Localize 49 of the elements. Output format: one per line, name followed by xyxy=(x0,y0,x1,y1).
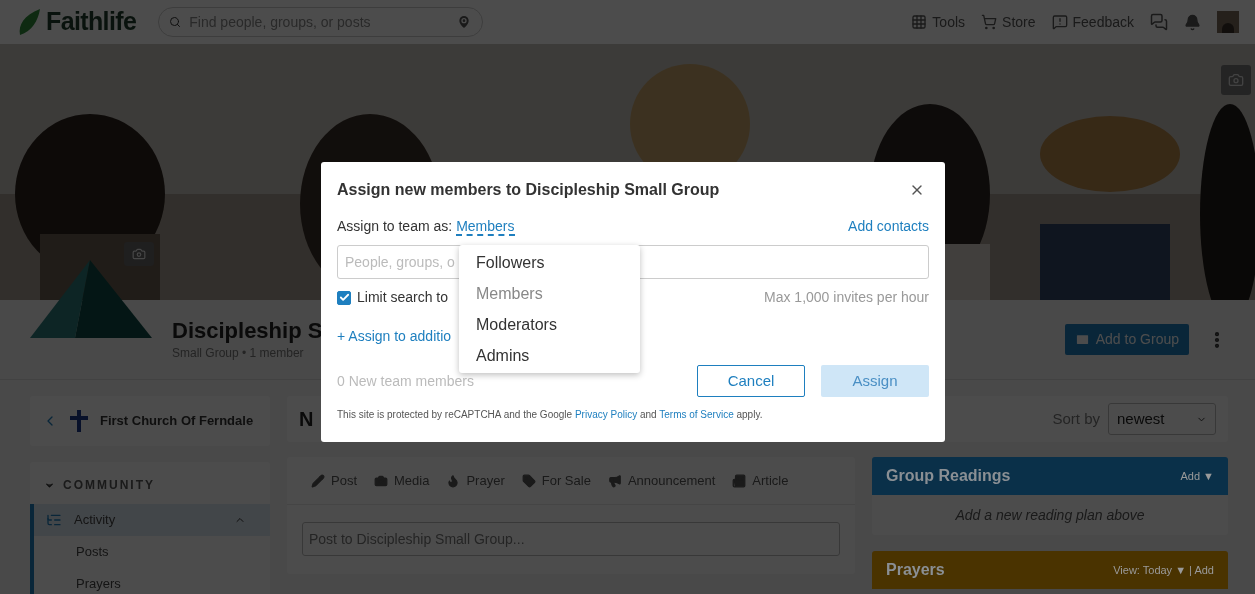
sidebar-item[interactable]: Prayers xyxy=(30,568,270,594)
role-link[interactable]: Members xyxy=(456,217,515,236)
article-icon xyxy=(732,473,747,488)
camera-icon xyxy=(132,247,146,261)
mail-icon xyxy=(1074,332,1090,347)
camera-button[interactable] xyxy=(1221,65,1251,95)
camera-button[interactable] xyxy=(124,242,154,266)
role-option[interactable]: Moderators xyxy=(459,309,640,340)
tag-icon xyxy=(521,473,536,488)
feed-heading: N xyxy=(299,407,314,432)
widget-action[interactable]: View: Today ▼ | Add xyxy=(1113,561,1214,579)
recaptcha-notice: This site is protected by reCAPTCHA and the Google Privacy Policy and Terms of Service apply. xyxy=(337,408,764,422)
widget-title: Group Readings xyxy=(886,466,1011,486)
terms-link[interactable]: Terms of Service xyxy=(659,409,734,420)
church-name: First Church Of Ferndale xyxy=(100,412,254,431)
pencil-icon xyxy=(311,473,325,488)
search-icon xyxy=(169,16,182,28)
sidebar-item[interactable]: Posts xyxy=(30,536,270,568)
flame-icon xyxy=(446,473,461,488)
widget-action[interactable]: Add ▼ xyxy=(1180,467,1214,485)
limit-checkbox[interactable] xyxy=(337,290,351,305)
camera-icon xyxy=(1228,72,1244,88)
dialog-title: Assign new members to Discipleship Small Group xyxy=(337,180,720,200)
add-contacts-link[interactable]: Add contacts xyxy=(848,216,929,237)
privacy-link[interactable]: Privacy Policy xyxy=(574,409,638,420)
limit-label: Limit search to xyxy=(357,288,449,307)
camera-icon xyxy=(374,473,388,488)
group-logo-icon xyxy=(30,260,152,338)
chat-icon[interactable] xyxy=(1150,13,1168,31)
role-option[interactable]: Admins xyxy=(459,340,640,371)
logo-text: Faithlife xyxy=(46,6,137,38)
member-count: 0 New team members xyxy=(337,371,474,391)
grid-icon xyxy=(911,14,928,30)
list-icon xyxy=(46,512,62,528)
cross-icon xyxy=(70,410,88,432)
role-option[interactable]: Members xyxy=(459,278,640,309)
sort-select[interactable]: newest xyxy=(1108,403,1216,435)
widget-title: Prayers xyxy=(886,560,945,580)
megaphone-icon xyxy=(607,473,622,488)
rate-note: Max 1,000 invites per hour xyxy=(764,288,929,307)
add-to-group-button[interactable]: Add to Group xyxy=(1064,324,1189,355)
cancel-button[interactable]: Cancel xyxy=(697,365,805,397)
role-option[interactable]: Followers xyxy=(459,247,640,278)
avatar[interactable] xyxy=(1217,11,1239,33)
feedback-icon xyxy=(1051,14,1068,30)
bell-icon[interactable] xyxy=(1184,13,1201,31)
cart-icon xyxy=(981,14,998,30)
role-label: Assign to team as: xyxy=(337,217,453,236)
group-title: Discipleship S xyxy=(172,317,323,344)
